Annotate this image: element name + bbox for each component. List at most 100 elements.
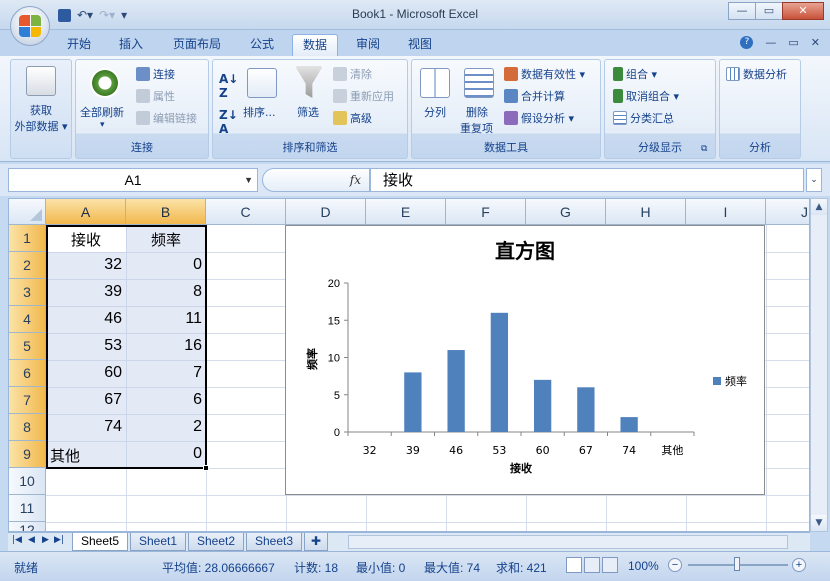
name-box-dropdown-icon[interactable]: ▼ — [244, 169, 253, 191]
formula-expand-icon[interactable]: ⌄ — [806, 168, 822, 192]
properties-button[interactable]: 属性 — [136, 88, 175, 104]
tab-page-layout[interactable]: 页面布局 — [162, 34, 232, 56]
tab-review[interactable]: 审阅 — [346, 34, 390, 56]
sort-button[interactable]: 排序... — [243, 104, 276, 120]
histogram-chart[interactable]: 直方图 频率 接收 0 5 10 15 20 32 39 46 53 60 67 74 其他 频率 — [285, 225, 765, 495]
filter-button[interactable]: 筛选 — [297, 104, 319, 120]
ribbon-restore-icon[interactable]: ▭ — [788, 36, 798, 49]
clear-button[interactable]: 清除 — [333, 66, 372, 82]
row-header-11[interactable]: 11 — [9, 495, 46, 522]
column-header-c[interactable]: C — [206, 199, 286, 225]
row-header-6[interactable]: 6 — [9, 360, 46, 387]
tab-data[interactable]: 数据 — [292, 34, 338, 56]
cell-a4[interactable]: 46 — [46, 310, 126, 328]
help-icon[interactable]: ? — [740, 36, 754, 49]
data-analysis-button[interactable]: 数据分析 — [726, 66, 787, 82]
minimize-button[interactable]: — — [728, 2, 756, 20]
sheet-tab-sheet2[interactable]: Sheet2 — [188, 533, 245, 551]
cell-a8[interactable]: 74 — [46, 418, 126, 436]
cell-b8[interactable]: 2 — [126, 418, 206, 436]
ribbon-close-icon[interactable]: ✕ — [811, 36, 820, 49]
cell-b2[interactable]: 0 — [126, 256, 206, 274]
cell-b5[interactable]: 16 — [126, 337, 206, 355]
chart-title[interactable]: 直方图 — [495, 239, 555, 263]
remove-duplicates-label-2[interactable]: 重复项 — [460, 120, 493, 136]
last-sheet-icon[interactable]: ▶| — [54, 535, 64, 545]
column-header-j[interactable]: J — [766, 199, 809, 225]
column-header-d[interactable]: D — [286, 199, 366, 225]
horizontal-scrollbar[interactable] — [348, 535, 788, 549]
column-header-f[interactable]: F — [446, 199, 526, 225]
sheet-tab-sheet3[interactable]: Sheet3 — [246, 533, 303, 551]
close-button[interactable]: ✕ — [782, 2, 824, 20]
page-layout-view-icon[interactable] — [584, 557, 600, 573]
cell-a7[interactable]: 67 — [46, 391, 126, 409]
tab-insert[interactable]: 插入 — [110, 34, 152, 56]
row-header-10[interactable]: 10 — [9, 468, 46, 495]
advanced-filter-button[interactable]: 高级 — [333, 110, 372, 126]
row-header-3[interactable]: 3 — [9, 279, 46, 306]
row-header-4[interactable]: 4 — [9, 306, 46, 333]
chart-y-axis-label[interactable]: 频率 — [305, 348, 319, 370]
refresh-all-dropdown[interactable]: ▾ — [100, 120, 105, 130]
name-box[interactable]: A1 ▼ — [8, 168, 258, 192]
restore-button[interactable]: ▭ — [755, 2, 783, 20]
normal-view-icon[interactable] — [566, 557, 582, 573]
what-if-analysis-button[interactable]: 假设分析 ▾ — [504, 110, 574, 126]
cell-a1[interactable]: 接收 — [46, 229, 126, 250]
next-sheet-icon[interactable]: ▶ — [42, 535, 49, 545]
text-to-columns-button[interactable]: 分列 — [424, 104, 446, 120]
row-header-12[interactable]: 12 — [9, 522, 46, 531]
formula-input[interactable]: 接收 — [370, 168, 804, 192]
insert-sheet-icon[interactable]: ✚ — [304, 533, 329, 551]
data-validation-button[interactable]: 数据有效性 ▾ — [504, 66, 585, 82]
tab-home[interactable]: 开始 — [58, 34, 100, 56]
connections-button[interactable]: 连接 — [136, 66, 175, 82]
cell-b1[interactable]: 频率 — [126, 229, 206, 250]
scroll-down-icon[interactable]: ▼ — [811, 515, 827, 531]
tab-formulas[interactable]: 公式 — [240, 34, 284, 56]
insert-function-button[interactable]: fx — [350, 173, 361, 187]
ribbon-minimize-icon[interactable]: — — [765, 36, 776, 49]
sort-za-icon[interactable]: Z↓ A — [219, 108, 238, 136]
column-header-g[interactable]: G — [526, 199, 606, 225]
legend-entry[interactable]: 频率 — [725, 374, 747, 388]
remove-duplicates-label-1[interactable]: 删除 — [466, 104, 488, 120]
cell-b4[interactable]: 11 — [126, 310, 206, 328]
office-button[interactable] — [10, 6, 50, 46]
ungroup-button[interactable]: 取消组合 ▾ — [613, 88, 679, 104]
row-header-8[interactable]: 8 — [9, 414, 46, 441]
cell-a9[interactable]: 其他 — [46, 445, 126, 466]
refresh-all-button[interactable]: 全部刷新 — [80, 104, 124, 120]
column-header-a[interactable]: A — [46, 199, 126, 225]
column-header-i[interactable]: I — [686, 199, 766, 225]
cell-a3[interactable]: 39 — [46, 283, 126, 301]
page-break-view-icon[interactable] — [602, 557, 618, 573]
prev-sheet-icon[interactable]: ◀ — [28, 535, 35, 545]
tab-view[interactable]: 视图 — [398, 34, 442, 56]
row-header-9[interactable]: 9 — [9, 441, 46, 468]
row-header-2[interactable]: 2 — [9, 252, 46, 279]
column-header-b[interactable]: B — [126, 199, 206, 225]
column-header-e[interactable]: E — [366, 199, 446, 225]
select-all-corner[interactable] — [9, 199, 46, 225]
zoom-level[interactable]: 100% — [628, 559, 659, 573]
zoom-in-icon[interactable]: + — [792, 558, 806, 572]
cell-b3[interactable]: 8 — [126, 283, 206, 301]
vertical-scrollbar[interactable]: ▲ ▼ — [810, 198, 828, 532]
row-header-5[interactable]: 5 — [9, 333, 46, 360]
chart-x-axis-label[interactable]: 接收 — [510, 461, 532, 475]
first-sheet-icon[interactable]: |◀ — [12, 535, 22, 545]
cell-b9[interactable]: 0 — [126, 445, 206, 463]
edit-links-button[interactable]: 编辑链接 — [136, 110, 197, 126]
cell-a6[interactable]: 60 — [46, 364, 126, 382]
cell-b7[interactable]: 6 — [126, 391, 206, 409]
group-external-data[interactable]: 获取 外部数据 ▾ — [10, 59, 72, 159]
row-header-7[interactable]: 7 — [9, 387, 46, 414]
consolidate-button[interactable]: 合并计算 — [504, 88, 565, 104]
fill-handle[interactable] — [203, 465, 209, 471]
zoom-slider-thumb[interactable] — [734, 557, 740, 571]
cell-a2[interactable]: 32 — [46, 256, 126, 274]
cell-a5[interactable]: 53 — [46, 337, 126, 355]
subtotal-button[interactable]: 分类汇总 — [613, 110, 674, 126]
